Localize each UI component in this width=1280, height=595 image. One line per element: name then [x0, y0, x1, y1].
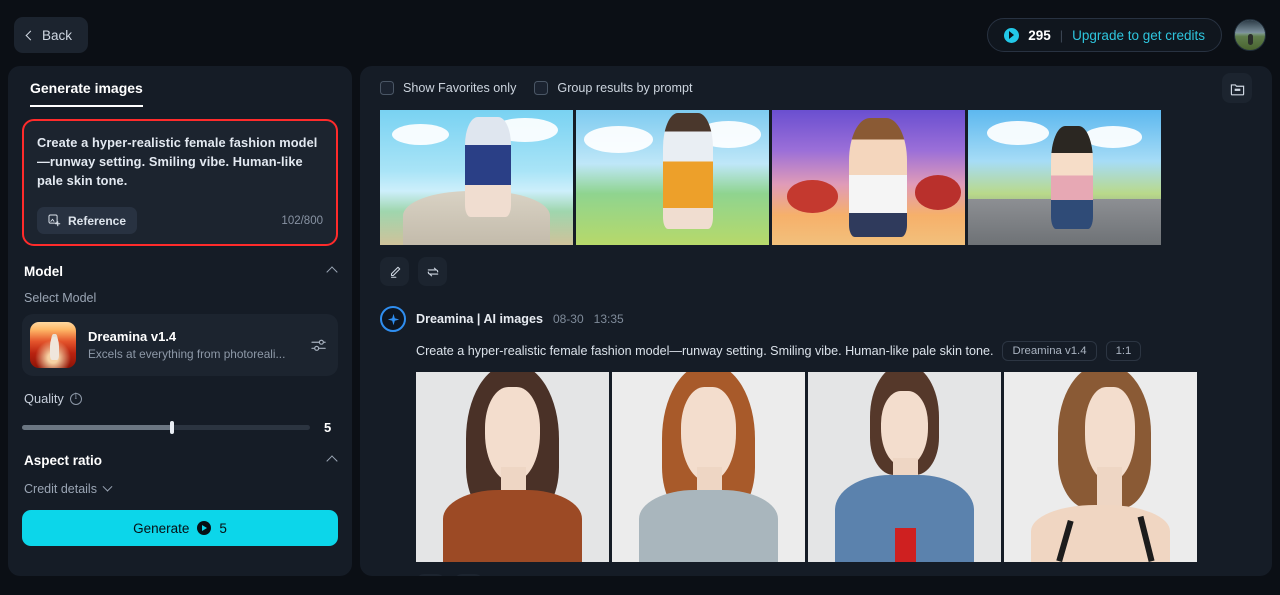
- panel-body: Create a hyper-realistic female fashion …: [8, 107, 352, 546]
- edit-button[interactable]: [416, 574, 445, 576]
- show-favorites-checkbox[interactable]: Show Favorites only: [380, 81, 516, 95]
- image-row-top: [380, 110, 1252, 245]
- chevron-left-icon: [25, 30, 36, 40]
- generate-button[interactable]: Generate 5: [22, 510, 338, 546]
- credits-count: 295: [1028, 27, 1051, 43]
- results-scroll-area[interactable]: Dreamina | AI images 08-30 13:35 Create …: [360, 110, 1272, 576]
- select-model-label: Select Model: [24, 291, 97, 305]
- group-results-checkbox[interactable]: Group results by prompt: [534, 81, 693, 95]
- model-section-header: Model: [22, 264, 338, 279]
- back-label: Back: [42, 27, 73, 43]
- result-group-prompt: Create a hyper-realistic female fashion …: [416, 344, 994, 358]
- show-favorites-label: Show Favorites only: [403, 81, 517, 95]
- result-image[interactable]: [772, 110, 965, 245]
- regenerate-button[interactable]: [418, 257, 447, 286]
- quality-value: 5: [324, 420, 332, 435]
- prompt-footer: Reference 102/800: [37, 207, 323, 234]
- model-description: Excels at everything from photoreali...: [88, 347, 286, 361]
- toolbar-right: [1222, 73, 1252, 103]
- model-section-title: Model: [24, 264, 63, 279]
- group-results-label: Group results by prompt: [557, 81, 693, 95]
- regenerate-icon: [427, 267, 438, 276]
- row-actions-top: [380, 257, 1252, 286]
- chevron-up-icon-model[interactable]: [326, 265, 338, 278]
- char-counter: 102/800: [281, 214, 323, 227]
- sliders-icon[interactable]: [311, 338, 328, 353]
- result-image[interactable]: [612, 372, 805, 562]
- left-panel: Generate images Create a hyper-realistic…: [8, 66, 352, 576]
- credits-separator: |: [1059, 27, 1064, 43]
- regenerate-button[interactable]: [454, 574, 483, 576]
- results-toolbar: Show Favorites only Group results by pro…: [360, 66, 1272, 110]
- top-bar: Back 295 | Upgrade to get credits: [0, 0, 1280, 70]
- aspect-ratio-title: Aspect ratio: [24, 453, 103, 468]
- model-thumbnail: [30, 322, 76, 368]
- quality-label: Quality: [24, 391, 64, 406]
- quality-slider[interactable]: [22, 421, 310, 434]
- prompt-input-box[interactable]: Create a hyper-realistic female fashion …: [22, 119, 338, 246]
- model-card[interactable]: Dreamina v1.4 Excels at everything from …: [22, 314, 338, 376]
- chevron-down-icon: [102, 481, 113, 492]
- credit-details-label: Credit details: [24, 482, 97, 496]
- tag-aspect-ratio: 1:1: [1105, 341, 1142, 361]
- result-image[interactable]: [576, 110, 769, 245]
- result-group-images: [416, 372, 1252, 576]
- back-button[interactable]: Back: [14, 17, 89, 53]
- app-root: Back 295 | Upgrade to get credits Genera…: [0, 0, 1280, 595]
- prompt-text[interactable]: Create a hyper-realistic female fashion …: [37, 133, 323, 190]
- image-row-results: [416, 372, 1252, 562]
- folder-icon: [1230, 83, 1244, 95]
- quality-header: Quality: [24, 391, 338, 406]
- upgrade-link[interactable]: Upgrade to get credits: [1072, 28, 1205, 43]
- checkbox-box-favorites[interactable]: [380, 81, 394, 95]
- add-image-icon: [48, 214, 61, 227]
- pencil-icon: [390, 266, 400, 278]
- checkbox-box-group[interactable]: [534, 81, 549, 95]
- model-name: Dreamina v1.4: [88, 329, 177, 344]
- credit-coin-icon: [1004, 27, 1020, 43]
- top-bar-right: 295 | Upgrade to get credits: [987, 18, 1266, 52]
- result-image[interactable]: [1004, 372, 1197, 562]
- result-group-time: 13:35: [593, 312, 624, 326]
- quality-slider-row: 5: [22, 420, 338, 435]
- reference-label: Reference: [68, 213, 127, 228]
- model-info: Dreamina v1.4 Excels at everything from …: [88, 329, 299, 361]
- aspect-ratio-header: Aspect ratio: [22, 453, 338, 468]
- result-group-date: 08-30: [552, 312, 584, 326]
- avatar[interactable]: [1234, 19, 1266, 51]
- generate-cost: 5: [219, 520, 227, 536]
- panel-tabs: Generate images: [8, 66, 352, 107]
- result-image[interactable]: [968, 110, 1161, 245]
- result-image[interactable]: [808, 372, 1001, 562]
- dreamina-star-icon: [380, 306, 406, 332]
- generate-coin-icon: [197, 521, 212, 535]
- generate-label: Generate: [133, 520, 190, 536]
- chevron-up-icon-aspect[interactable]: [326, 454, 338, 467]
- credit-details-toggle[interactable]: Credit details: [24, 481, 113, 496]
- quality-slider-fill: [22, 425, 172, 430]
- result-group: Dreamina | AI images 08-30 13:35 Create …: [380, 306, 1252, 576]
- row-actions-results: [416, 574, 1252, 576]
- result-group-header: Dreamina | AI images 08-30 13:35: [380, 306, 1252, 332]
- results-panel: Show Favorites only Group results by pro…: [360, 66, 1272, 576]
- edit-button[interactable]: [380, 257, 409, 286]
- four-point-star-icon: [387, 313, 399, 325]
- result-group-prompt-row: Create a hyper-realistic female fashion …: [416, 341, 1252, 361]
- quality-slider-handle[interactable]: [169, 421, 174, 434]
- result-image[interactable]: [380, 110, 573, 245]
- result-group-title: Dreamina | AI images: [416, 312, 543, 326]
- result-image[interactable]: [416, 372, 609, 562]
- info-icon[interactable]: [69, 391, 82, 405]
- credits-pill[interactable]: 295 | Upgrade to get credits: [987, 18, 1222, 52]
- archive-button[interactable]: [1222, 73, 1252, 103]
- tab-generate-images[interactable]: Generate images: [30, 80, 143, 107]
- reference-button[interactable]: Reference: [37, 207, 138, 234]
- tag-model: Dreamina v1.4: [1002, 341, 1097, 361]
